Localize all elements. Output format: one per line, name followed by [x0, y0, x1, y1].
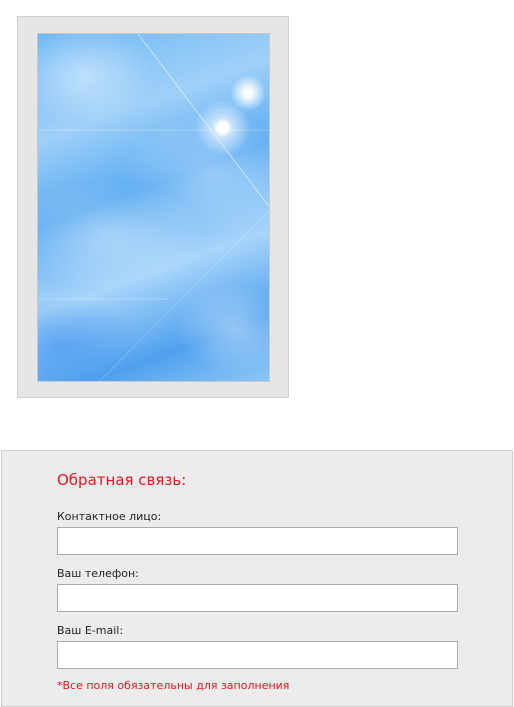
contact-person-input[interactable]: [57, 527, 458, 555]
email-input[interactable]: [57, 641, 458, 669]
sky-lens-flare-lines: [38, 34, 269, 381]
phone-input[interactable]: [57, 584, 458, 612]
contact-person-label: Контактное лицо:: [57, 510, 162, 523]
image-frame: [17, 16, 289, 398]
phone-label: Ваш телефон:: [57, 567, 139, 580]
form-title: Обратная связь:: [57, 471, 187, 489]
email-label: Ваш E-mail:: [57, 624, 124, 637]
feedback-form-panel: Обратная связь: Контактное лицо: Ваш тел…: [1, 450, 513, 707]
required-fields-note: *Все поля обязательны для заполнения: [57, 679, 290, 692]
sky-image: [37, 33, 270, 382]
